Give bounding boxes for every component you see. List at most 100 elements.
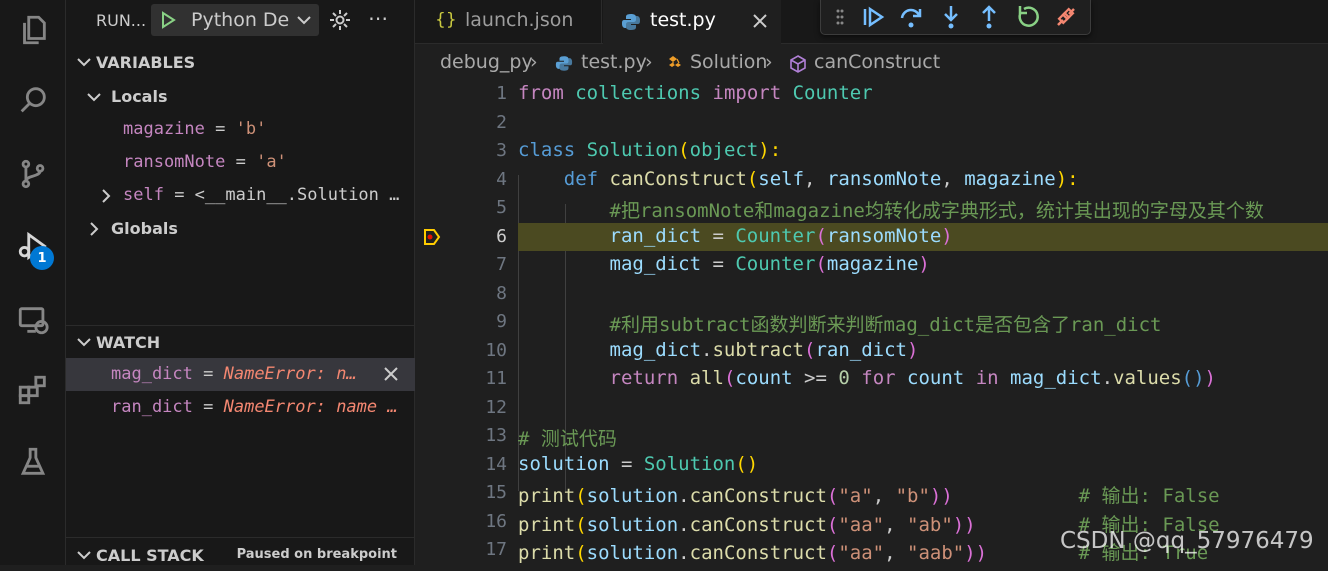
chevron-right-icon[interactable] xyxy=(100,188,112,204)
section-divider xyxy=(66,537,415,538)
code-token: . xyxy=(701,338,713,361)
line-number: 5 xyxy=(496,197,507,218)
watch-expression-row[interactable]: mag_dict = NameError: n… xyxy=(66,358,415,391)
call-stack-title: CALL STACK xyxy=(96,546,204,565)
code-token: print xyxy=(518,513,576,536)
code-token: )) xyxy=(952,513,976,536)
variable-value: 'b' xyxy=(235,119,267,139)
breadcrumb-class[interactable]: Solution xyxy=(690,51,767,73)
drag-handle-icon[interactable] xyxy=(835,7,845,27)
disconnect-icon[interactable] xyxy=(1052,3,1080,31)
tab-test-py[interactable]: test.py xyxy=(603,0,781,45)
call-stack-section-header[interactable]: CALL STACK Paused on breakpoint xyxy=(66,541,415,571)
code-line: 11 return all(count >= 0 for count in ma… xyxy=(415,365,1328,394)
close-icon[interactable] xyxy=(751,12,769,30)
breadcrumb-file[interactable]: test.py xyxy=(581,51,647,73)
code-token: ransomNote xyxy=(826,224,942,247)
code-token: . xyxy=(678,513,690,536)
code-comment: #把ransomNote和magazine均转化成字典形式，统计其出现的字母及其… xyxy=(609,200,1264,222)
line-number: 11 xyxy=(485,368,507,389)
step-out-icon[interactable] xyxy=(975,3,1003,31)
code-token: count xyxy=(735,367,793,389)
source-control-icon[interactable] xyxy=(0,146,66,202)
code-token: "b" xyxy=(895,485,930,507)
variable-eq: = xyxy=(163,185,195,205)
chevron-down-icon xyxy=(77,551,91,560)
launch-config-select[interactable]: Python De xyxy=(151,4,319,36)
code-token: canConstruct xyxy=(609,167,747,190)
debug-sidebar: RUN... Python De ⋯ VARIABLES Locals maga… xyxy=(66,0,415,565)
code-token: >= xyxy=(792,367,839,389)
code-token: solution xyxy=(586,485,679,507)
code-token: for xyxy=(861,367,896,389)
explorer-icon[interactable] xyxy=(0,2,66,58)
code-token: , xyxy=(884,513,908,536)
variables-section-header[interactable]: VARIABLES xyxy=(66,48,415,78)
code-token: ( xyxy=(826,485,839,507)
watch-expression-row[interactable]: ran_dict = NameError: name … xyxy=(66,391,415,424)
code-comment: # 输出: False xyxy=(1078,485,1220,507)
code-token: ( xyxy=(575,485,587,507)
gear-icon[interactable] xyxy=(328,8,352,32)
variable-row[interactable]: self = <__main__.Solution … xyxy=(66,179,415,212)
tab-launch-json[interactable]: {} launch.json xyxy=(415,0,602,44)
code-line: 8 xyxy=(415,280,1328,309)
code-token: , xyxy=(884,542,908,564)
watch-name: mag_dict xyxy=(111,364,193,384)
code-editor[interactable]: 1 from collections import Counter 2 3 cl… xyxy=(415,80,1328,565)
locals-label: Locals xyxy=(111,87,168,106)
code-token: ) xyxy=(1204,367,1216,389)
code-token: solution xyxy=(586,542,679,564)
watch-eq: = xyxy=(192,397,224,417)
watch-name: ran_dict xyxy=(111,397,193,417)
locals-scope[interactable]: Locals xyxy=(66,80,415,113)
code-token: , xyxy=(804,167,827,190)
code-token: "aa" xyxy=(838,513,885,536)
globals-label: Globals xyxy=(111,219,178,238)
step-into-icon[interactable] xyxy=(937,3,965,31)
testing-icon[interactable] xyxy=(0,434,66,490)
line-number: 14 xyxy=(485,453,507,475)
code-token: all xyxy=(689,367,724,389)
line-number: 4 xyxy=(496,168,507,190)
more-actions-icon[interactable]: ⋯ xyxy=(368,6,389,30)
class-icon xyxy=(669,56,681,67)
breadcrumb-method[interactable]: canConstruct xyxy=(814,51,940,73)
code-token: ): xyxy=(1055,167,1079,190)
start-debugging-icon[interactable] xyxy=(158,10,178,30)
remove-expression-icon[interactable] xyxy=(382,365,400,383)
variable-row[interactable]: magazine = 'b' xyxy=(66,113,415,146)
code-comment: #利用subtract函数判断来判断mag_dict是否包含了ran_dict xyxy=(609,314,1162,336)
code-token: ransomNote xyxy=(826,167,942,190)
code-token: import xyxy=(712,82,782,104)
step-over-icon[interactable] xyxy=(897,3,925,31)
code-token: solution xyxy=(586,513,679,536)
search-icon[interactable] xyxy=(0,72,66,128)
chevron-right-icon: › xyxy=(765,51,773,73)
code-token: () xyxy=(1181,367,1205,389)
watch-value: NameError: name … xyxy=(223,397,398,417)
code-token: magazine xyxy=(826,253,919,275)
extensions-icon[interactable] xyxy=(0,362,66,418)
code-token: )) xyxy=(929,485,953,507)
code-token: ( xyxy=(826,542,839,564)
python-icon xyxy=(555,56,573,71)
tab-label: launch.json xyxy=(465,9,574,31)
breadcrumb-folder[interactable]: debug_py xyxy=(440,51,533,73)
globals-scope[interactable]: Globals xyxy=(66,212,415,245)
code-token: print xyxy=(518,485,576,507)
code-token: magazine xyxy=(964,167,1056,190)
code-token: "a" xyxy=(838,485,873,507)
restart-icon[interactable] xyxy=(1014,3,1042,31)
variable-row[interactable]: ransomNote = 'a' xyxy=(66,146,415,179)
line-number: 10 xyxy=(485,339,507,361)
code-token: in xyxy=(975,367,999,389)
continue-icon[interactable] xyxy=(859,3,887,31)
code-token: canConstruct xyxy=(689,513,827,536)
watch-section-header[interactable]: WATCH xyxy=(66,328,415,358)
remote-explorer-icon[interactable] xyxy=(0,292,66,348)
